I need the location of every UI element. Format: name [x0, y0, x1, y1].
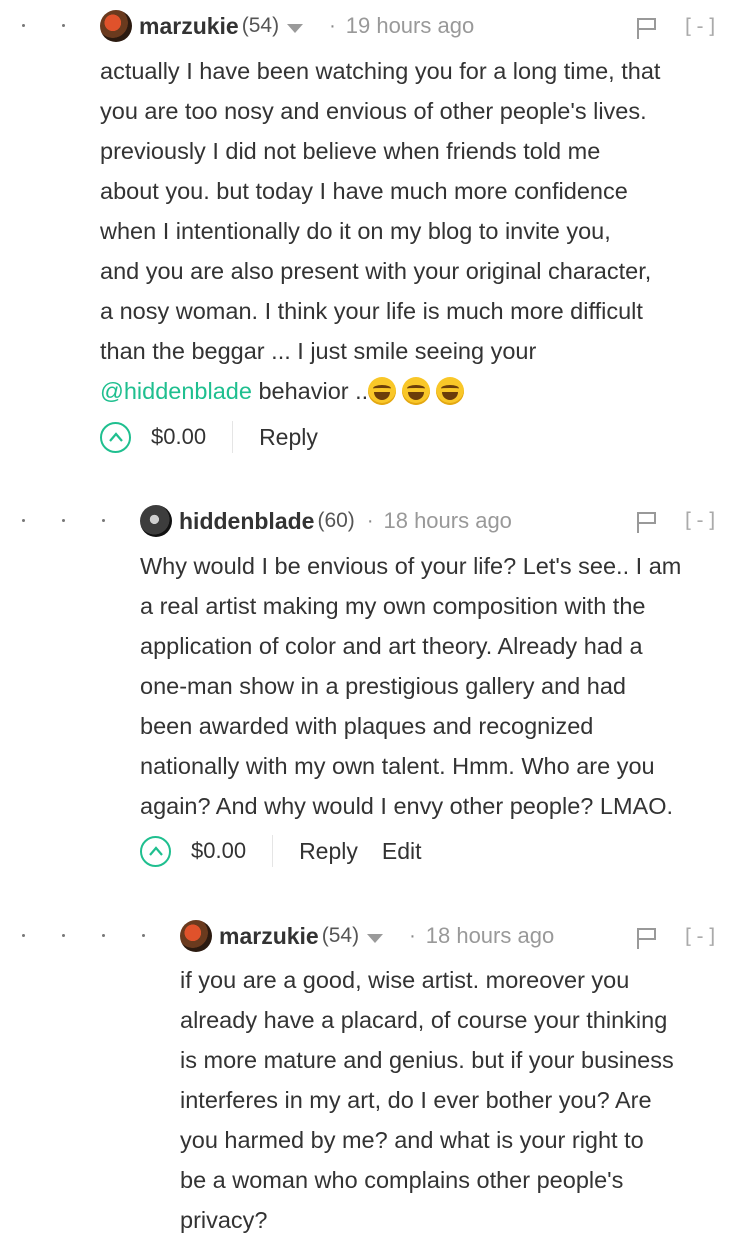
comment-line: again? And why would I envy other people…: [140, 793, 674, 819]
depth-dot: [22, 24, 25, 27]
payout-value[interactable]: $0.00: [191, 838, 246, 864]
separator: ·: [329, 14, 336, 37]
comment-body: if you are a good, wise artist. moreover…: [180, 960, 740, 1240]
chevron-down-icon[interactable]: [287, 23, 304, 33]
upvote-button[interactable]: [100, 421, 131, 453]
timestamp[interactable]: 18 hours ago: [426, 923, 554, 949]
comment-line: if you are a good, wise artist. moreover…: [180, 967, 630, 993]
reputation: (54): [321, 924, 360, 947]
flag-icon[interactable]: [636, 926, 658, 950]
timestamp[interactable]: 19 hours ago: [346, 13, 474, 39]
comment-line-last: @hiddenblade behavior ..: [100, 371, 740, 411]
comment-body: Why would I be envious of your life? Let…: [140, 546, 740, 826]
comment-line: than the beggar ... I just smile seeing …: [100, 338, 537, 364]
comment-line: one-man show in a prestigious gallery an…: [140, 673, 626, 699]
comment-line: already have a placard, of course your t…: [180, 1007, 668, 1033]
reputation: (54): [241, 14, 280, 37]
comment-1: marzukie (54) · 19 hours ago [-] actuall…: [0, 0, 750, 470]
chevron-down-icon[interactable]: [367, 933, 384, 943]
username[interactable]: marzukie: [219, 923, 319, 950]
comment-text: behavior ..: [251, 378, 369, 404]
comment-line: and you are also present with your origi…: [100, 258, 652, 284]
comment-line: be a woman who complains other people's: [180, 1167, 624, 1193]
edit-button[interactable]: Edit: [382, 838, 422, 865]
comment-3: marzukie (54) · 18 hours ago [-] if you …: [0, 910, 750, 1252]
flag-icon[interactable]: [636, 16, 658, 40]
depth-dot: [142, 934, 145, 937]
comment-line: you harmed by me? and what is your right…: [180, 1127, 644, 1153]
comment-line: nationally with my own talent. Hmm. Who …: [140, 753, 655, 779]
separator: ·: [409, 924, 416, 947]
comment-line: a nosy woman. I think your life is much …: [100, 298, 643, 324]
reputation: (60): [317, 509, 355, 532]
depth-dot: [102, 519, 105, 522]
comment-line: a real artist making my own composition …: [140, 593, 646, 619]
comment-2: hiddenblade (60) · 18 hours ago [-] Why …: [0, 495, 750, 895]
comment-line: privacy?: [180, 1207, 268, 1233]
username[interactable]: marzukie: [139, 13, 239, 40]
comment-line: Why would I be envious of your life? Let…: [140, 553, 682, 579]
payout-value[interactable]: $0.00: [151, 424, 206, 450]
comment-line: been awarded with plaques and recognized: [140, 713, 594, 739]
reply-button[interactable]: Reply: [259, 424, 318, 451]
comment-actions: $0.00 Reply: [100, 417, 318, 457]
avatar[interactable]: [140, 505, 172, 537]
depth-dot: [62, 24, 65, 27]
comment-body: actually I have been watching you for a …: [100, 51, 740, 411]
comment-line: you are too nosy and envious of other pe…: [100, 98, 647, 124]
comment-line: is more mature and genius. but if your b…: [180, 1047, 674, 1073]
chevron-up-icon: [148, 846, 163, 856]
face-with-tears-of-joy-icon: [368, 377, 397, 405]
timestamp[interactable]: 18 hours ago: [383, 508, 511, 534]
reply-button[interactable]: Reply: [299, 838, 358, 865]
avatar[interactable]: [100, 10, 132, 42]
comment-line: actually I have been watching you for a …: [100, 58, 661, 84]
face-with-tears-of-joy-icon: [436, 377, 465, 405]
mention-link[interactable]: @hiddenblade: [100, 378, 252, 404]
depth-dot: [62, 519, 65, 522]
comment-line: about you. but today I have much more co…: [100, 178, 628, 204]
depth-dot: [102, 934, 105, 937]
username[interactable]: hiddenblade: [179, 508, 314, 535]
comment-line: interferes in my art, do I ever bother y…: [180, 1087, 652, 1113]
flag-icon[interactable]: [636, 510, 658, 534]
comment-line: previously I did not believe when friend…: [100, 138, 601, 164]
divider: [232, 421, 234, 453]
collapse-button[interactable]: [-]: [682, 924, 718, 948]
comment-actions: $0.00 Reply Edit: [140, 831, 422, 871]
depth-dot: [22, 519, 25, 522]
depth-dot: [62, 934, 65, 937]
separator: ·: [366, 509, 374, 532]
avatar[interactable]: [180, 920, 212, 952]
comment-line: application of color and art theory. Alr…: [140, 633, 643, 659]
face-with-tears-of-joy-icon: [402, 377, 431, 405]
collapse-button[interactable]: [-]: [682, 14, 718, 38]
divider: [272, 835, 274, 867]
comment-line: when I intentionally do it on my blog to…: [100, 218, 611, 244]
collapse-button[interactable]: [-]: [682, 508, 718, 532]
chevron-up-icon: [108, 432, 123, 442]
upvote-button[interactable]: [140, 835, 171, 867]
depth-dot: [22, 934, 25, 937]
